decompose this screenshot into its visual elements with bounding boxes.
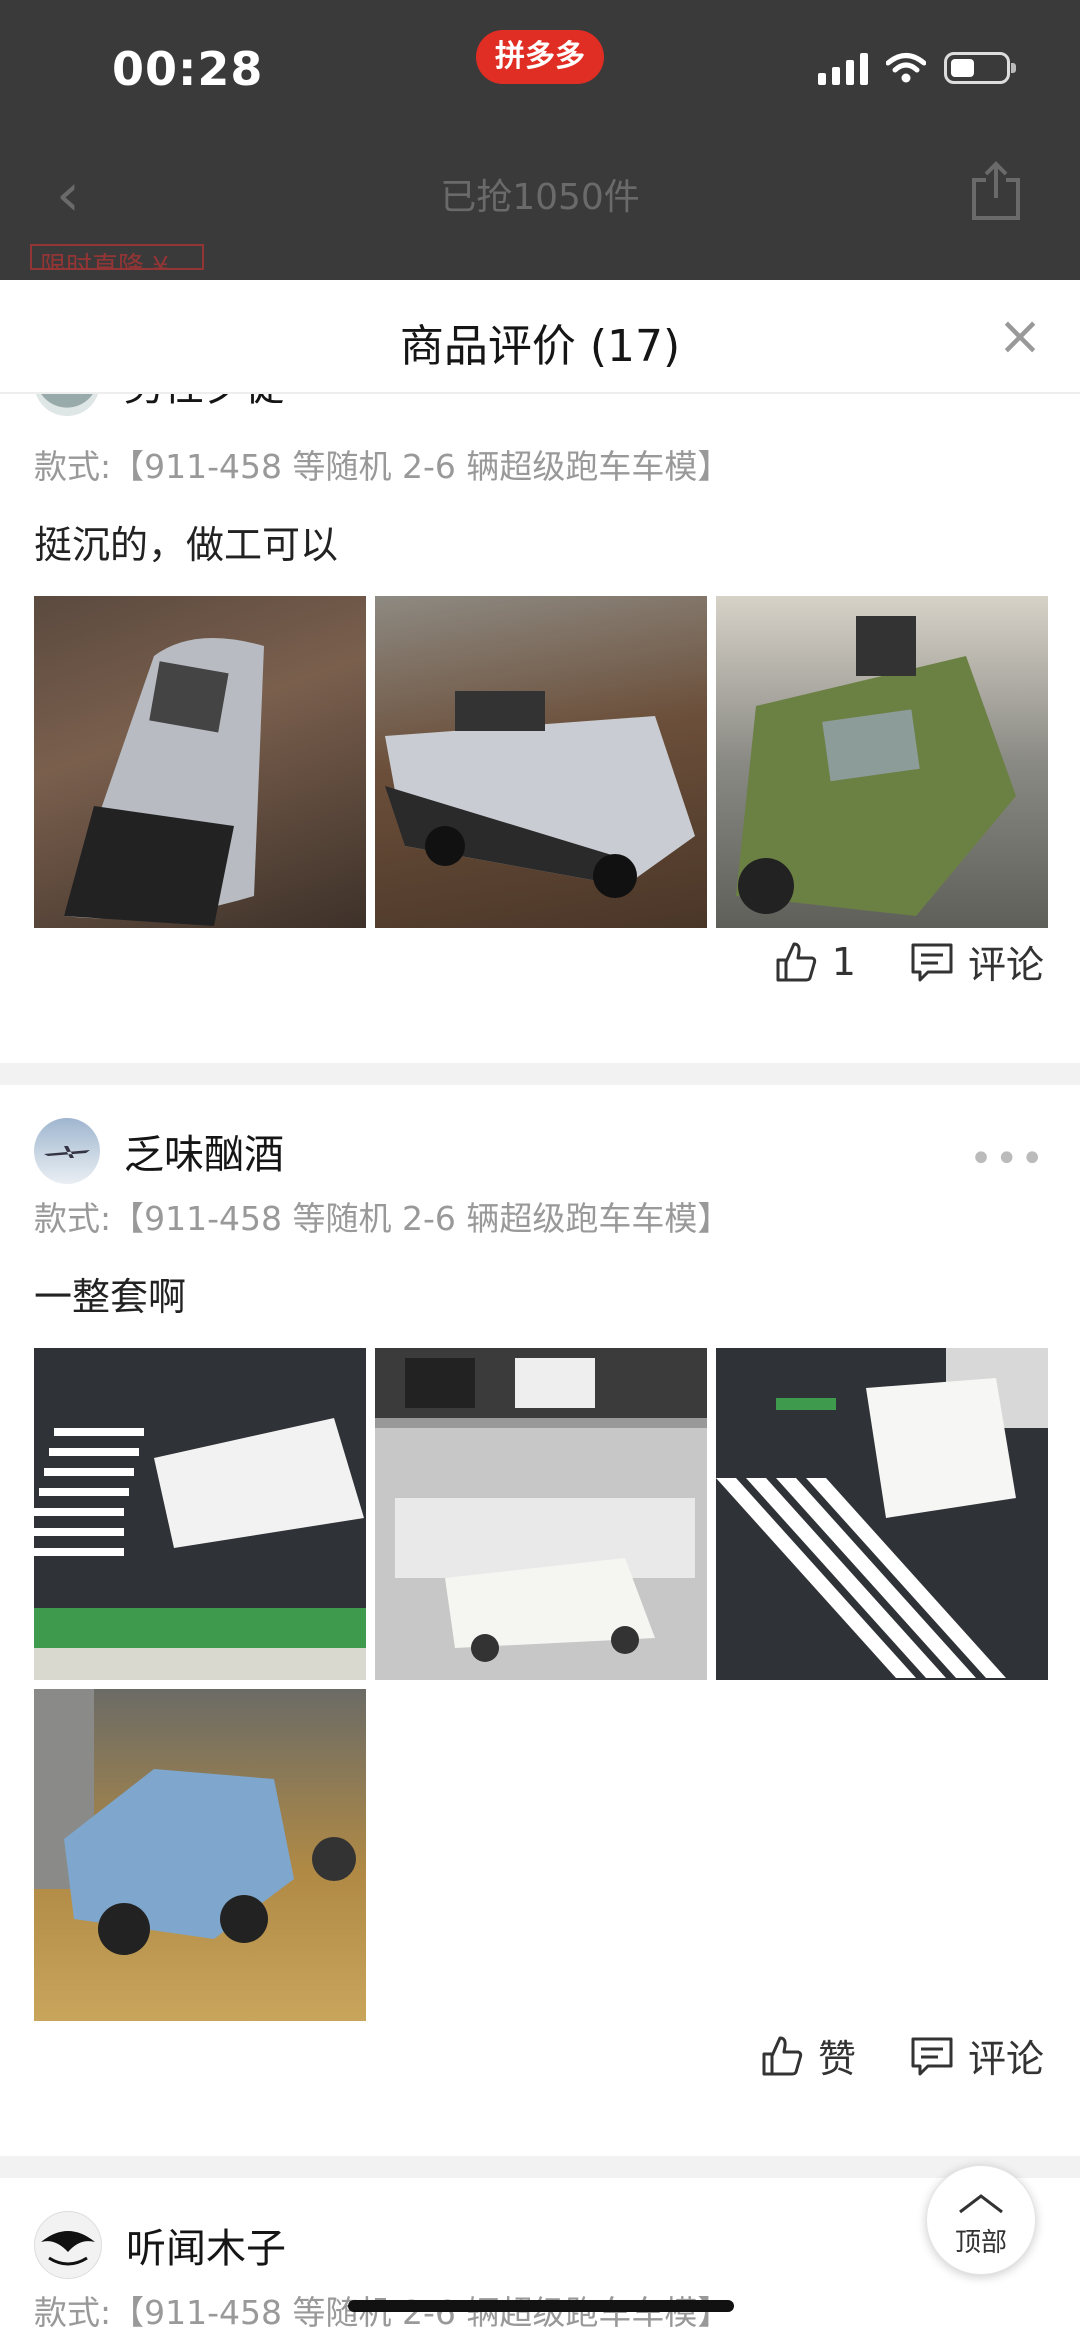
review-actions: 赞 评论 [760, 2028, 1044, 2083]
section-divider [0, 2156, 1080, 2178]
sheet-header: 商品评价 (17) × [0, 280, 1080, 394]
review-variant: 款式:【911-458 等随机 2-6 辆超级跑车车模】 [34, 447, 731, 486]
review-photo[interactable] [375, 1348, 707, 1680]
review-photo[interactable] [34, 1689, 366, 2021]
cellular-signal-icon [818, 51, 868, 85]
avatar[interactable] [34, 1118, 100, 1184]
background-promo-strip: 限时直降 ¥... [30, 244, 204, 270]
comment-icon [911, 2037, 953, 2075]
back-to-top-label: 顶部 [954, 2228, 1007, 2258]
review-photo[interactable] [34, 1348, 366, 1680]
wifi-icon [886, 53, 926, 83]
sheet-title: 商品评价 (17) [399, 321, 681, 372]
review-sheet: 商品评价 (17) × 劣性夕徒 ••• 款式:【911-458 等随机 2-6… [0, 280, 1080, 2337]
comment-button[interactable]: 评论 [910, 934, 1044, 989]
like-count: 1 [831, 939, 856, 984]
arrow-up-icon [959, 2194, 1003, 2214]
review-photo-grid [34, 1348, 1048, 2021]
avatar[interactable] [34, 2211, 102, 2279]
battery-icon [944, 52, 1016, 84]
background-page-title: 已抢1050件 [440, 177, 640, 218]
back-to-top-button[interactable]: 顶部 [926, 2165, 1036, 2275]
review-photo-grid [34, 596, 1048, 928]
status-time: 00:28 [112, 42, 264, 96]
share-icon[interactable] [968, 160, 1024, 222]
thumbs-up-icon [762, 2036, 803, 2075]
status-bar: 00:28 拼多多 [0, 0, 1080, 140]
like-button[interactable]: 1 [774, 940, 856, 984]
review-variant: 款式:【911-458 等随机 2-6 辆超级跑车车模】 [34, 1199, 731, 1238]
comment-button[interactable]: 评论 [910, 2028, 1044, 2083]
more-options-icon[interactable]: ••• [969, 1136, 1046, 1182]
review-photo[interactable] [34, 596, 366, 928]
close-icon[interactable]: × [990, 306, 1050, 366]
review-content: 一整套啊 [34, 1275, 187, 1319]
like-label: 赞 [817, 2037, 856, 2081]
like-button[interactable]: 赞 [760, 2028, 856, 2083]
background-page-header: 00:28 拼多多 ‹ 已抢1050件 限时直降 ¥... [0, 0, 1080, 280]
section-divider [0, 1063, 1080, 1085]
comment-label: 评论 [967, 2037, 1044, 2081]
comment-label: 评论 [967, 943, 1044, 987]
comment-icon [911, 943, 953, 981]
thumbs-up-icon [776, 942, 816, 981]
home-indicator[interactable] [348, 2300, 734, 2312]
app-badge: 拼多多 [476, 30, 604, 84]
review-content: 挺沉的，做工可以 [34, 523, 339, 567]
reviewer-name[interactable]: 乏味酗酒 [124, 1122, 284, 1180]
reviewer-name[interactable]: 听闻木子 [126, 2216, 286, 2274]
review-photo[interactable] [716, 1348, 1048, 1680]
review-photo[interactable] [716, 596, 1048, 928]
review-actions: 1 评论 [774, 934, 1044, 989]
review-photo[interactable] [375, 596, 707, 928]
